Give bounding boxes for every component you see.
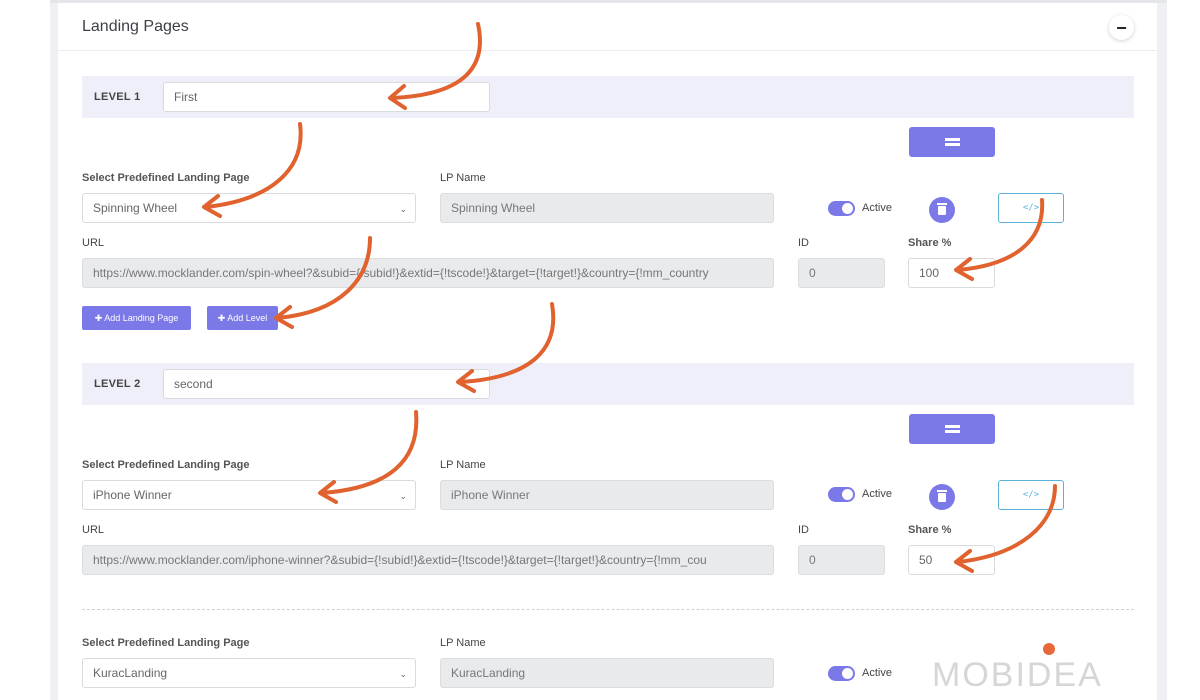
chevron-down-icon: ⌄ <box>399 491 407 501</box>
trash-icon <box>937 202 947 215</box>
level-1-label: LEVEL 1 <box>94 91 141 103</box>
code-button[interactable]: </> <box>998 193 1064 223</box>
left-gutter <box>50 0 58 700</box>
drag-handle-button[interactable] <box>909 127 995 157</box>
section-divider <box>82 609 1134 610</box>
equal-icon <box>944 425 960 433</box>
collapse-button[interactable]: − <box>1109 15 1134 40</box>
share-input[interactable]: 50 <box>908 545 995 575</box>
lp-name-label: LP Name <box>440 172 486 184</box>
lp-name-field: Spinning Wheel <box>440 193 774 223</box>
chevron-down-icon: ⌄ <box>399 204 407 214</box>
add-landing-page-button[interactable]: ✚ Add Landing Page <box>82 306 191 330</box>
code-icon: </> <box>1022 203 1040 213</box>
level-2-name-input[interactable]: second <box>163 369 490 399</box>
active-toggle[interactable] <box>828 666 855 681</box>
code-button[interactable]: </> <box>998 480 1064 510</box>
trash-icon <box>937 489 947 502</box>
level-2-label: LEVEL 2 <box>94 378 141 390</box>
select-landing-label: Select Predefined Landing Page <box>82 172 250 184</box>
active-label: Active <box>862 667 892 679</box>
active-toggle[interactable] <box>828 201 855 216</box>
watermark-logo: MOBIDEA <box>932 656 1103 694</box>
url-field: https://www.mocklander.com/iphone-winner… <box>82 545 774 575</box>
right-gutter <box>1157 0 1167 700</box>
chevron-down-icon: ⌄ <box>399 669 407 679</box>
id-field: 0 <box>798 545 885 575</box>
active-label: Active <box>862 202 892 214</box>
select-landing-label: Select Predefined Landing Page <box>82 637 250 649</box>
id-label: ID <box>798 524 809 536</box>
select-value: iPhone Winner <box>93 488 172 502</box>
level-1-name-input[interactable]: First <box>163 82 490 112</box>
minus-icon: − <box>1116 17 1127 38</box>
url-label: URL <box>82 237 105 249</box>
id-label: ID <box>798 237 809 249</box>
share-label: Share % <box>908 524 952 536</box>
id-field: 0 <box>798 258 885 288</box>
lp-name-label: LP Name <box>440 459 486 471</box>
card-header <box>58 3 1157 51</box>
card-title: Landing Pages <box>82 18 189 35</box>
equal-icon <box>944 138 960 146</box>
select-landing-label: Select Predefined Landing Page <box>82 459 250 471</box>
share-input[interactable]: 100 <box>908 258 995 288</box>
lp-name-field: iPhone Winner <box>440 480 774 510</box>
add-level-button[interactable]: ✚ Add Level <box>207 306 278 330</box>
delete-button[interactable] <box>929 484 955 510</box>
lp-name-field: KuracLanding <box>440 658 774 688</box>
predefined-landing-select[interactable]: KuracLanding ⌄ <box>82 658 416 688</box>
select-value: Spinning Wheel <box>93 201 178 215</box>
drag-handle-button[interactable] <box>909 414 995 444</box>
predefined-landing-select[interactable]: Spinning Wheel ⌄ <box>82 193 416 223</box>
url-field: https://www.mocklander.com/spin-wheel?&s… <box>82 258 774 288</box>
page: Landing Pages − LEVEL 1 First Select Pre… <box>0 0 1200 700</box>
code-icon: </> <box>1022 490 1040 500</box>
share-label: Share % <box>908 237 952 249</box>
active-label: Active <box>862 488 892 500</box>
predefined-landing-select[interactable]: iPhone Winner ⌄ <box>82 480 416 510</box>
select-value: KuracLanding <box>93 666 168 680</box>
url-label: URL <box>82 524 105 536</box>
lp-name-label: LP Name <box>440 637 486 649</box>
watermark-dot <box>1043 643 1055 655</box>
active-toggle[interactable] <box>828 487 855 502</box>
delete-button[interactable] <box>929 197 955 223</box>
